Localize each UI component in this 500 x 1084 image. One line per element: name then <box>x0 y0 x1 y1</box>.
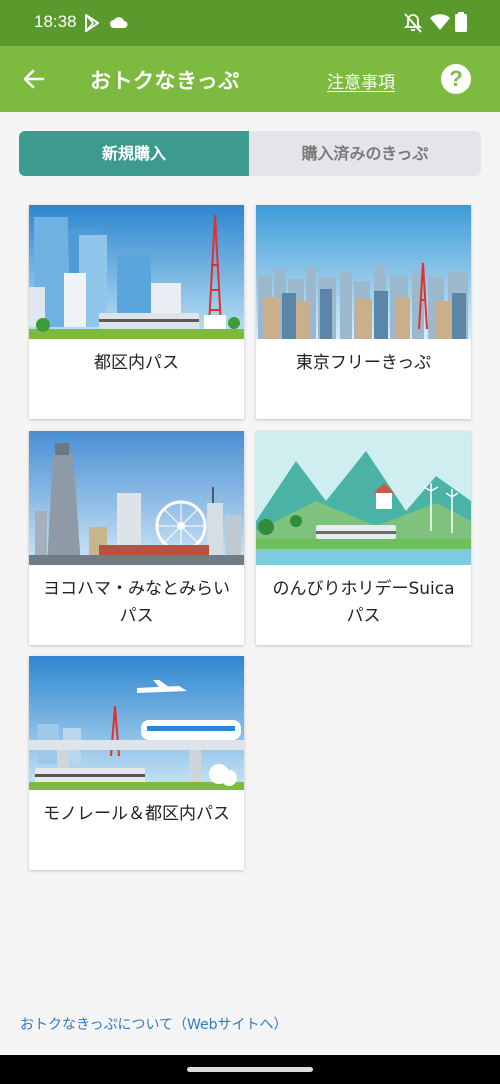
ticket-card-monorail[interactable]: モノレール＆都区内パス <box>29 656 244 870</box>
ticket-image-yokohama <box>29 431 244 565</box>
about-tickets-web-link[interactable]: おトクなきっぷについて（Webサイトへ） <box>20 1014 288 1034</box>
status-bar: 18:38 <box>0 0 500 46</box>
ticket-card-tokyo-free[interactable]: 東京フリーきっぷ <box>256 205 471 419</box>
ticket-card-yokohama[interactable]: ヨコハマ・みなとみらいパス <box>29 431 244 645</box>
ticket-label: 東京フリーきっぷ <box>295 353 432 373</box>
ticket-image-monorail <box>29 656 244 790</box>
notifications-off-icon <box>404 13 422 33</box>
status-time: 18:38 <box>34 12 77 31</box>
ticket-label: 都区内パス <box>94 353 179 373</box>
ticket-card-nonbiri-holiday[interactable]: のんびりホリデーSuicaパス <box>256 431 471 645</box>
ticket-card-tokunai-pass[interactable]: 都区内パス <box>29 205 244 419</box>
play-store-icon <box>85 14 99 32</box>
battery-icon <box>455 12 467 32</box>
ticket-label: ヨコハマ・みなとみらいパス <box>43 579 230 626</box>
gesture-handle[interactable] <box>187 1067 313 1072</box>
ticket-image-tokyo <box>256 205 471 339</box>
tab-new-purchase[interactable]: 新規購入 <box>19 131 249 176</box>
tab-bar: 新規購入 購入済みのきっぷ <box>19 131 481 176</box>
help-icon[interactable]: ? <box>441 64 471 94</box>
cloud-icon <box>110 17 128 28</box>
ticket-label: モノレール＆都区内パス <box>43 804 230 824</box>
system-navigation-bar <box>0 1055 500 1084</box>
ticket-image-holiday <box>256 431 471 565</box>
page-title: おトクなきっぷ <box>90 69 240 93</box>
notes-link[interactable]: 注意事項 <box>327 68 395 93</box>
wifi-icon <box>430 14 450 30</box>
ticket-image-tokunai <box>29 205 244 339</box>
tab-purchased-tickets[interactable]: 購入済みのきっぷ <box>249 131 481 176</box>
back-arrow-icon[interactable] <box>22 67 46 91</box>
ticket-label: のんびりホリデーSuicaパス <box>272 579 455 626</box>
app-bar: おトクなきっぷ 注意事項 ? <box>0 46 500 112</box>
